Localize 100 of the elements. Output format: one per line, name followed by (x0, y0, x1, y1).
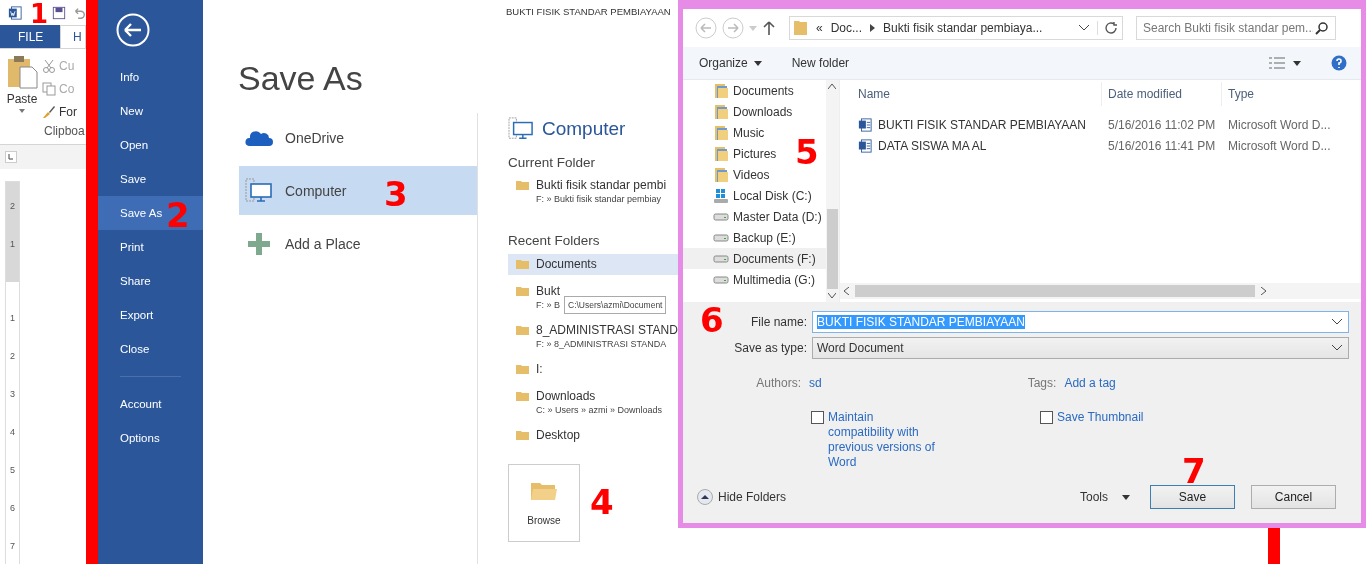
caret-icon (1332, 319, 1342, 325)
tooltip: C:\Users\azmi\Document (564, 296, 667, 314)
nav-item[interactable]: Music (713, 122, 769, 143)
caret-icon[interactable] (1293, 60, 1301, 66)
ruler-number: 5 (10, 464, 15, 476)
ruler-number: 1 (10, 238, 15, 250)
save-icon[interactable] (52, 4, 66, 21)
checkbox[interactable] (811, 411, 824, 424)
cancel-button[interactable]: Cancel (1251, 485, 1336, 509)
ruler-number: 2 (10, 350, 15, 362)
step-number: 3 (384, 177, 408, 211)
nav-item[interactable]: Documents (F:) (683, 248, 826, 269)
menu-item[interactable]: Account (98, 387, 203, 421)
scrollbar[interactable] (825, 80, 839, 302)
menu-item[interactable]: Open (98, 128, 203, 162)
column-header[interactable]: Name (840, 82, 1102, 106)
folder-item[interactable]: Desktop (508, 425, 679, 446)
computer-icon (245, 177, 273, 204)
step-number: 4 (590, 485, 614, 519)
authors-link[interactable]: sd (809, 376, 822, 390)
drive-icon (713, 212, 729, 221)
menu-item[interactable]: Options (98, 421, 203, 455)
folder-item[interactable]: Downloads C: » Users » azmi » Downloads (508, 386, 679, 419)
field-label: File name: (750, 315, 807, 329)
nav-item[interactable]: Multimedia (G:) (713, 269, 819, 290)
search-field[interactable]: Search Bukti fisik standar pem... (1136, 16, 1336, 40)
nav-item[interactable]: Pictures (713, 143, 781, 164)
new-folder-button[interactable]: New folder (791, 56, 850, 70)
caret-icon[interactable] (1079, 25, 1089, 31)
checkbox-label[interactable]: Save Thumbnail (1057, 410, 1144, 425)
hide-folders-button[interactable]: Hide Folders (697, 489, 787, 505)
nav-item[interactable]: Master Data (D:) (713, 206, 826, 227)
refresh-icon[interactable] (1097, 21, 1118, 35)
group-label: Clipboa (44, 124, 85, 138)
document-title: BUKTI FISIK STANDAR PEMBIAYAAN (506, 6, 671, 19)
overflow-crumb[interactable]: « (816, 21, 823, 35)
field-label: Authors: (755, 376, 802, 390)
word-icon[interactable] (8, 4, 22, 21)
nav-item[interactable]: Videos (713, 164, 774, 185)
caret-icon (1332, 345, 1342, 351)
folder-icon (516, 325, 530, 336)
drive-icon (713, 233, 729, 242)
folder-icon (794, 20, 808, 36)
menu-item[interactable]: Save (98, 162, 203, 196)
ruler-number: 4 (10, 426, 15, 438)
folder-item[interactable]: Documents (508, 254, 679, 275)
tools-button[interactable]: Tools (1080, 490, 1130, 504)
help-icon[interactable] (1331, 55, 1347, 71)
page-title: Save As (238, 58, 363, 98)
checkbox-label[interactable]: Maintain compatibility with previous versions of Word (828, 410, 940, 470)
menu-item[interactable]: Info (98, 60, 203, 94)
save-button[interactable]: Save (1150, 485, 1235, 509)
library-folder-icon (713, 124, 729, 141)
menu-item[interactable]: Print (98, 230, 203, 264)
file-tab[interactable]: FILE (0, 25, 60, 48)
library-folder-icon (713, 82, 729, 99)
browse-button[interactable]: Browse (508, 464, 580, 542)
file-row[interactable]: DATA SISWA MA AL 5/16/2016 11:41 PM Microsoft Word D... (840, 135, 1361, 156)
ruler-number: 6 (10, 502, 15, 514)
folder-icon (516, 286, 530, 297)
menu-item[interactable]: New (98, 94, 203, 128)
library-folder-icon (713, 166, 729, 183)
folder-item[interactable]: Bukti fisik standar pembi F: » Bukti fisik standar pembiay (508, 178, 679, 205)
ruler-number: 3 (10, 388, 15, 400)
place-item[interactable]: Add a Place (239, 219, 477, 268)
folder-item[interactable]: I: (508, 359, 679, 380)
nav-item[interactable]: Local Disk (C:) (713, 185, 816, 206)
paste-button[interactable]: Paste (6, 55, 38, 123)
menu-item[interactable]: Export (98, 298, 203, 332)
column-header[interactable]: Date modified (1102, 82, 1222, 106)
format-painter-button[interactable]: For (42, 103, 77, 120)
file-row[interactable]: BUKTI FISIK STANDAR PEMBIAYAAN 5/16/2016 11:02 PM Microsoft Word D... (840, 114, 1361, 135)
menu-item[interactable]: Share (98, 264, 203, 298)
folder-icon (516, 364, 530, 375)
place-item[interactable]: OneDrive (239, 113, 477, 162)
nav-item[interactable]: Downloads (713, 101, 797, 122)
library-folder-icon (713, 145, 729, 162)
cloud-icon (245, 128, 273, 147)
file-type-dropdown[interactable]: Word Document (812, 337, 1349, 359)
up-arrow-icon[interactable] (762, 20, 776, 36)
brush-icon (42, 104, 56, 119)
ruler-number: 2 (10, 200, 15, 212)
column-header[interactable]: Type (1222, 82, 1361, 106)
nav-item[interactable]: Documents (713, 80, 798, 101)
add-tag-link[interactable]: Add a tag (1064, 376, 1116, 390)
nav-item[interactable]: Backup (E:) (713, 227, 800, 248)
caret-icon (753, 60, 762, 66)
folder-icon (531, 480, 557, 501)
breadcrumb[interactable]: Bukti fisik standar pembiaya... (883, 21, 1043, 35)
folder-icon (516, 180, 530, 191)
folder-item[interactable]: 8_ADMINISTRASI STAND F: » 8_ADMINISTRASI STANDA (508, 320, 679, 353)
breadcrumb[interactable]: Doc... (830, 21, 863, 35)
scrollbar[interactable] (840, 283, 1361, 299)
checkbox[interactable] (1040, 411, 1053, 424)
tab-selector-icon[interactable] (5, 151, 17, 163)
menu-item[interactable]: Close (98, 332, 203, 366)
step-number: 1 (30, 1, 49, 27)
address-bar[interactable]: « Doc... Bukti fisik standar pembiaya... (789, 16, 1123, 40)
organize-button[interactable]: Organize (699, 56, 762, 70)
back-icon[interactable] (116, 13, 150, 47)
